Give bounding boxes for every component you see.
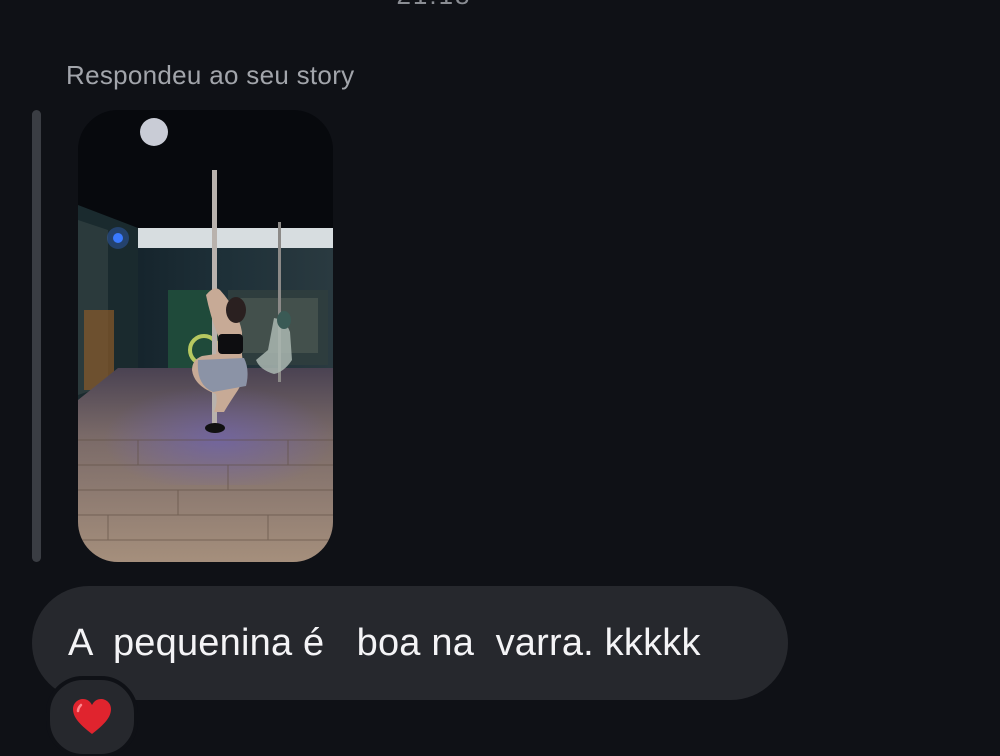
story-thumbnail[interactable] bbox=[78, 110, 333, 562]
message-timestamp: 21:18 bbox=[0, 0, 868, 11]
message-bubble[interactable]: A pequenina é boa na varra. kkkkk bbox=[32, 586, 788, 700]
story-reply-label: Respondeu ao seu story bbox=[66, 60, 355, 90]
reply-indicator-bar bbox=[32, 110, 41, 562]
story-photo-graphic bbox=[78, 110, 333, 562]
reaction-badge[interactable] bbox=[46, 676, 138, 756]
dm-thread: 21:18 Respondeu ao seu story bbox=[0, 0, 1000, 756]
heart-icon bbox=[73, 699, 111, 734]
message-text: A pequenina é boa na varra. kkkkk bbox=[68, 621, 701, 664]
